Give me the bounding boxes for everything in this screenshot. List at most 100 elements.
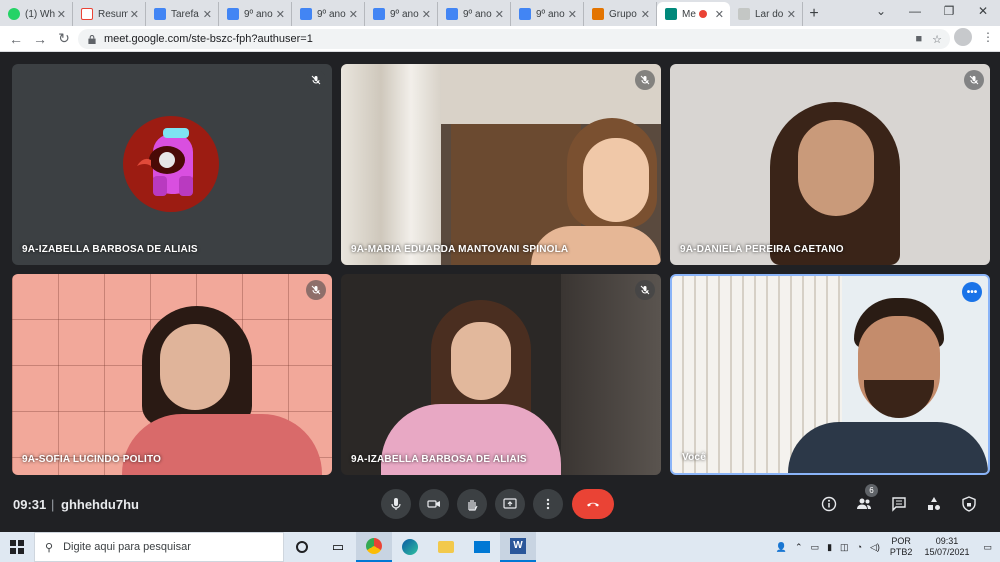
tab-docs-9ano-5[interactable]: 9º ano ✕ xyxy=(511,2,584,26)
self-view-tile[interactable]: ••• Você xyxy=(670,274,990,475)
participant-tile[interactable]: 9A-IZABELLA BARBOSA DE ALIAIS xyxy=(341,274,661,475)
raise-hand-button[interactable] xyxy=(457,489,487,519)
people-tray-icon[interactable]: 👤 xyxy=(776,542,787,553)
tab-lar[interactable]: Lar do ✕ xyxy=(730,2,803,26)
tab-label: Tarefa xyxy=(171,8,199,20)
present-screen-button[interactable] xyxy=(495,489,525,519)
tab-search-icon[interactable]: ⌄ xyxy=(864,0,898,22)
camera-in-use-icon[interactable]: ■ xyxy=(915,33,922,46)
close-tab-icon[interactable]: ✕ xyxy=(422,8,431,21)
taskbar-clock[interactable]: 09:31 15/07/2021 xyxy=(924,536,969,558)
keyboard-layout: PTB2 xyxy=(889,547,913,557)
microphone-tray-icon[interactable]: ▮ xyxy=(827,542,832,553)
file-explorer-button[interactable] xyxy=(428,532,464,562)
participant-tile[interactable]: 9A-MARIA EDUARDA MANTOVANI SPINOLA xyxy=(341,64,661,265)
people-button[interactable] xyxy=(855,495,873,513)
reload-button[interactable]: ↻ xyxy=(52,28,76,50)
input-language-indicator[interactable]: POR PTB2 xyxy=(890,536,913,558)
show-hidden-icons[interactable]: ⌃ xyxy=(795,542,803,553)
new-tab-button[interactable]: + xyxy=(803,2,825,26)
docs-icon xyxy=(154,8,166,20)
bookmark-star-icon[interactable]: ☆ xyxy=(932,33,942,46)
tab-docs-tarefa[interactable]: Tarefa ✕ xyxy=(146,2,219,26)
meeting-details-button[interactable] xyxy=(820,495,838,513)
word-taskbar-button[interactable]: W xyxy=(500,532,536,562)
close-tab-icon[interactable]: ✕ xyxy=(787,8,796,21)
tab-label: Resum xyxy=(98,8,128,20)
muted-mic-icon xyxy=(635,280,655,300)
close-tab-icon[interactable]: ✕ xyxy=(276,8,285,21)
edge-taskbar-button[interactable] xyxy=(392,532,428,562)
docs-icon xyxy=(373,8,385,20)
more-vert-icon xyxy=(546,498,550,510)
end-call-button[interactable] xyxy=(572,489,614,519)
participant-tile[interactable]: 9A-IZABELLA BARBOSA DE ALIAIS xyxy=(12,64,332,265)
gmail-icon xyxy=(81,8,93,20)
tab-docs-9ano-3[interactable]: 9º ano ✕ xyxy=(365,2,438,26)
camera-button[interactable] xyxy=(419,489,449,519)
docs-icon xyxy=(519,8,531,20)
mail-taskbar-button[interactable] xyxy=(464,532,500,562)
forward-button[interactable]: → xyxy=(28,28,52,50)
taskbar-date: 15/07/2021 xyxy=(924,547,970,557)
tab-whatsapp[interactable]: (1) Wh ✕ xyxy=(0,2,73,26)
taskbar-search-box[interactable]: ⚲ Digite aqui para pesquisar xyxy=(34,532,284,562)
tab-gmail[interactable]: Resum ✕ xyxy=(73,2,146,26)
task-view-button[interactable]: ▭ xyxy=(320,532,356,562)
close-tab-icon[interactable]: ✕ xyxy=(641,8,650,21)
activities-button[interactable] xyxy=(925,495,943,513)
back-button[interactable]: ← xyxy=(4,28,28,50)
search-placeholder: Digite aqui para pesquisar xyxy=(63,541,191,553)
tab-label: 9º ano xyxy=(244,8,273,20)
page-icon xyxy=(738,8,750,20)
close-tab-icon[interactable]: ✕ xyxy=(568,8,577,21)
docs-icon xyxy=(227,8,239,20)
muted-mic-icon xyxy=(306,280,326,300)
close-tab-icon[interactable]: ✕ xyxy=(57,8,66,21)
close-tab-icon[interactable]: ✕ xyxy=(495,8,504,21)
tab-docs-9ano-4[interactable]: 9º ano ✕ xyxy=(438,2,511,26)
more-options-button[interactable] xyxy=(533,489,563,519)
background-wall xyxy=(441,64,661,124)
tab-label: (1) Wh xyxy=(25,8,55,20)
notification-icon[interactable]: ▭ xyxy=(983,542,992,553)
participant-tile[interactable]: 9A-SOFIA LUCINDO POLITO xyxy=(12,274,332,475)
more-options-button[interactable]: ••• xyxy=(962,282,982,302)
url-text: meet.google.com/ste-bszc-fph?authuser=1 xyxy=(104,33,313,45)
maximize-button[interactable]: ❐ xyxy=(932,0,966,22)
participant-tile[interactable]: 9A-DANIELA PEREIRA CAETANO xyxy=(670,64,990,265)
windows-logo-icon xyxy=(10,540,24,554)
tab-label: Grupo xyxy=(609,8,637,20)
minimize-button[interactable]: — xyxy=(898,0,932,22)
chrome-taskbar-button[interactable] xyxy=(356,532,392,562)
tab-meet-active[interactable]: Me ✕ xyxy=(657,2,730,26)
browser-menu-icon[interactable]: ⋮ xyxy=(982,30,994,44)
recording-dot-icon xyxy=(698,10,707,18)
meet-sharing-icon[interactable]: ▭ xyxy=(811,542,820,553)
tab-docs-9ano-1[interactable]: 9º ano ✕ xyxy=(219,2,292,26)
host-controls-button[interactable] xyxy=(960,495,978,513)
network-tray-icon[interactable]: ◫ xyxy=(840,542,849,553)
shield-lock-icon xyxy=(962,496,976,512)
close-tab-icon[interactable]: ✕ xyxy=(349,8,358,21)
meet-icon xyxy=(665,8,677,20)
wifi-icon[interactable]: ◔ xyxy=(857,542,862,552)
search-icon: ⚲ xyxy=(45,541,54,554)
volume-icon[interactable]: ◁) xyxy=(870,542,880,553)
close-window-button[interactable]: ✕ xyxy=(966,0,1000,22)
chat-button[interactable] xyxy=(890,495,908,513)
address-bar[interactable]: meet.google.com/ste-bszc-fph?authuser=1 … xyxy=(78,29,950,49)
tab-grupo[interactable]: Grupo ✕ xyxy=(584,2,657,26)
close-tab-icon[interactable]: ✕ xyxy=(130,8,139,21)
taskbar-time: 09:31 xyxy=(935,536,959,546)
profile-avatar[interactable] xyxy=(954,28,972,46)
tab-label: Lar do xyxy=(755,8,784,20)
chat-icon xyxy=(892,497,906,512)
participant-video-person xyxy=(122,304,322,475)
start-button[interactable] xyxy=(0,532,34,562)
cortana-button[interactable] xyxy=(284,532,320,562)
close-tab-icon[interactable]: ✕ xyxy=(203,8,212,21)
tab-docs-9ano-2[interactable]: 9º ano ✕ xyxy=(292,2,365,26)
microphone-button[interactable] xyxy=(381,489,411,519)
close-tab-icon[interactable]: ✕ xyxy=(715,8,724,21)
